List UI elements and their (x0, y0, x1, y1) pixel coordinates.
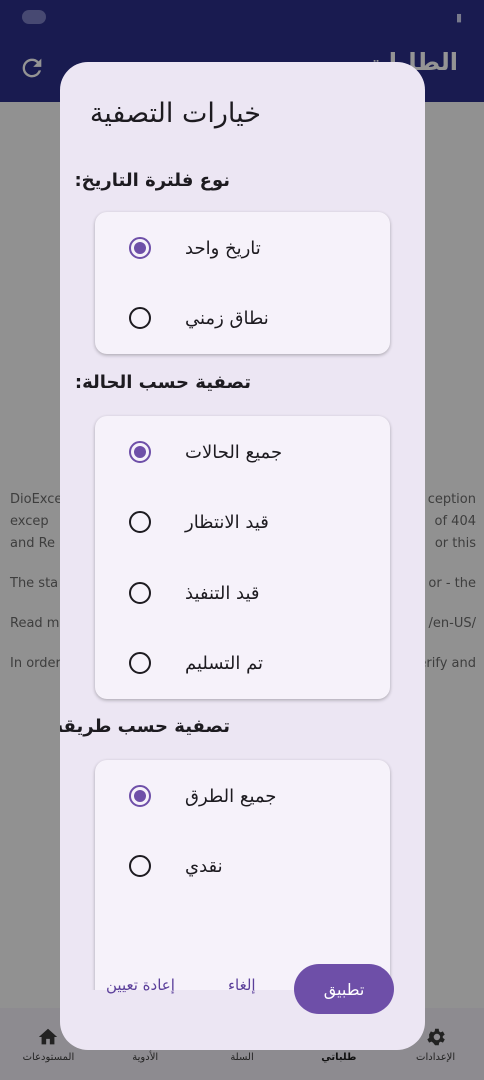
apply-button[interactable]: تطبيق (294, 964, 394, 1014)
option-delivered[interactable]: تم التسليم (95, 627, 390, 699)
option-all-statuses[interactable]: جميع الحالات (95, 416, 390, 488)
option-label: نقدي (185, 855, 223, 877)
option-all-methods[interactable]: جميع الطرق (95, 760, 390, 832)
radio-button[interactable] (129, 582, 151, 604)
option-label: نطاق زمني (185, 307, 269, 329)
section-label-date-filter: نوع فلترة التاريخ: (74, 170, 230, 191)
radio-button[interactable] (129, 441, 151, 463)
option-label: جميع الطرق (185, 785, 277, 807)
option-single-date[interactable]: تاريخ واحد (95, 212, 390, 284)
radio-button[interactable] (129, 307, 151, 329)
section-label-status: تصفية حسب الحالة: (74, 372, 251, 393)
option-in-progress[interactable]: قيد التنفيذ (95, 557, 390, 629)
dialog-actions: تطبيق إلغاء إعادة تعيين (60, 962, 425, 1022)
option-date-range[interactable]: نطاق زمني (95, 282, 390, 354)
section-label-payment-method: تصفية حسب طريقة الدفع: (60, 716, 230, 737)
radio-button[interactable] (129, 855, 151, 877)
option-label: قيد الانتظار (185, 511, 269, 533)
radio-button[interactable] (129, 652, 151, 674)
option-label: تاريخ واحد (185, 237, 261, 259)
option-label: جميع الحالات (185, 441, 283, 463)
dialog-body: نوع فلترة التاريخ: تاريخ واحد نطاق زمني … (60, 160, 425, 990)
cancel-button[interactable]: إلغاء (228, 976, 256, 994)
option-label: قيد التنفيذ (185, 582, 260, 604)
reset-button[interactable]: إعادة تعيين (106, 976, 175, 994)
filter-dialog: خيارات التصفية نوع فلترة التاريخ: تاريخ … (60, 62, 425, 1050)
status-filter-card: جميع الحالات قيد الانتظار قيد التنفيذ تم… (95, 416, 390, 699)
dialog-title: خيارات التصفية (89, 98, 261, 129)
option-pending[interactable]: قيد الانتظار (95, 486, 390, 558)
radio-button[interactable] (129, 237, 151, 259)
payment-filter-card: جميع الطرق نقدي (95, 760, 390, 990)
radio-button[interactable] (129, 511, 151, 533)
option-cash[interactable]: نقدي (95, 830, 390, 902)
date-filter-card: تاريخ واحد نطاق زمني (95, 212, 390, 354)
option-label: تم التسليم (185, 652, 264, 674)
radio-button[interactable] (129, 785, 151, 807)
